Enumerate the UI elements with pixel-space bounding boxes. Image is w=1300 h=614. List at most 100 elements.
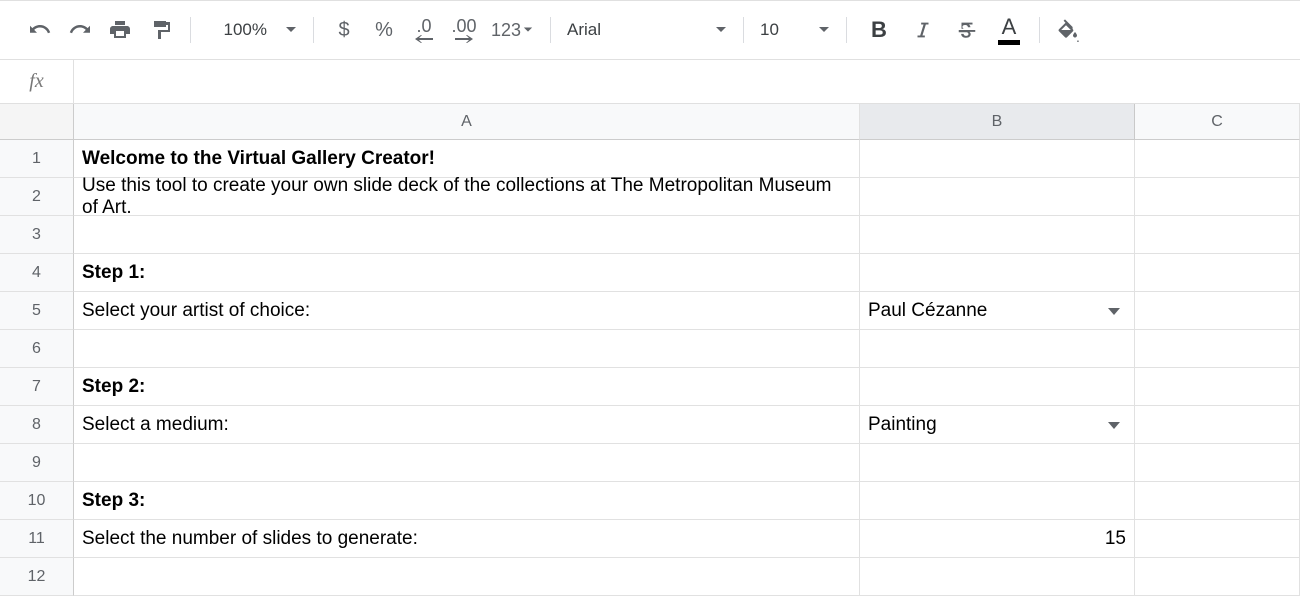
cell-B3[interactable] [860, 216, 1135, 254]
row-8: 8 Select a medium: Painting [0, 406, 1300, 444]
row-header[interactable]: 5 [0, 292, 74, 330]
arrow-left-icon [415, 35, 433, 43]
cell-B6[interactable] [860, 330, 1135, 368]
row-4: 4 Step 1: [0, 254, 1300, 292]
fx-label: fx [0, 60, 74, 103]
row-header[interactable]: 3 [0, 216, 74, 254]
strikethrough-button[interactable] [945, 10, 989, 50]
font-family-dropdown[interactable]: Arial [561, 10, 733, 50]
row-header[interactable]: 8 [0, 406, 74, 444]
increase-decimal-button[interactable]: .00 [444, 10, 484, 50]
redo-button[interactable] [60, 10, 100, 50]
separator [190, 17, 191, 43]
cell-A10[interactable]: Step 3: [74, 482, 860, 520]
cell-C5[interactable] [1135, 292, 1300, 330]
fill-color-button[interactable]: . [1050, 10, 1090, 50]
cell-B8-medium-dropdown[interactable]: Painting [860, 406, 1135, 444]
more-formats-label: 123 [491, 20, 521, 41]
chevron-down-icon [715, 24, 727, 36]
row-header[interactable]: 6 [0, 330, 74, 368]
dollar-icon: $ [338, 19, 349, 42]
cell-B7[interactable] [860, 368, 1135, 406]
increase-decimal-label: .00 [451, 17, 476, 35]
cell-A7[interactable]: Step 2: [74, 368, 860, 406]
cell-B5-artist-dropdown[interactable]: Paul Cézanne [860, 292, 1135, 330]
font-size-dropdown[interactable]: 10 [754, 10, 836, 50]
cell-A8[interactable]: Select a medium: [74, 406, 860, 444]
select-all-corner[interactable] [0, 104, 74, 140]
arrow-right-icon [455, 35, 473, 43]
cell-C12[interactable] [1135, 558, 1300, 596]
row-12: 12 [0, 558, 1300, 596]
italic-icon [912, 19, 934, 41]
row-2: 2 Use this tool to create your own slide… [0, 178, 1300, 216]
row-header[interactable]: 12 [0, 558, 74, 596]
zoom-dropdown[interactable]: 100% [201, 10, 303, 50]
column-header-B[interactable]: B [860, 104, 1135, 140]
toolbar: 100% $ % .0 .00 123 Arial 10 B [0, 0, 1300, 60]
cell-C2[interactable] [1135, 178, 1300, 216]
text-color-button[interactable]: A [989, 10, 1029, 50]
row-header[interactable]: 4 [0, 254, 74, 292]
row-header[interactable]: 9 [0, 444, 74, 482]
cell-A4[interactable]: Step 1: [74, 254, 860, 292]
cell-B10[interactable] [860, 482, 1135, 520]
format-percent-button[interactable]: % [364, 10, 404, 50]
paint-format-button[interactable] [140, 10, 180, 50]
chevron-down-icon [523, 25, 533, 35]
row-5: 5 Select your artist of choice: Paul Céz… [0, 292, 1300, 330]
print-button[interactable] [100, 10, 140, 50]
separator [743, 17, 744, 43]
row-header[interactable]: 7 [0, 368, 74, 406]
row-3: 3 [0, 216, 1300, 254]
cell-A5[interactable]: Select your artist of choice: [74, 292, 860, 330]
cell-C7[interactable] [1135, 368, 1300, 406]
separator [550, 17, 551, 43]
row-1: 1 Welcome to the Virtual Gallery Creator… [0, 140, 1300, 178]
undo-button[interactable] [20, 10, 60, 50]
formula-bar: fx [0, 60, 1300, 104]
undo-icon [28, 18, 52, 42]
bold-button[interactable]: B [857, 10, 901, 50]
row-header[interactable]: 10 [0, 482, 74, 520]
cell-A3[interactable] [74, 216, 860, 254]
format-currency-button[interactable]: $ [324, 10, 364, 50]
row-header[interactable]: 11 [0, 520, 74, 558]
cell-B2[interactable] [860, 178, 1135, 216]
formula-input[interactable] [74, 60, 1300, 103]
more-formats-dropdown[interactable]: 123 [484, 10, 540, 50]
cell-A2[interactable]: Use this tool to create your own slide d… [74, 178, 860, 216]
cell-C8[interactable] [1135, 406, 1300, 444]
cell-A12[interactable] [74, 558, 860, 596]
decrease-decimal-button[interactable]: .0 [404, 10, 444, 50]
separator [313, 17, 314, 43]
cell-C9[interactable] [1135, 444, 1300, 482]
cell-A11[interactable]: Select the number of slides to generate: [74, 520, 860, 558]
cell-C11[interactable] [1135, 520, 1300, 558]
cell-C10[interactable] [1135, 482, 1300, 520]
cell-B11-slide-count[interactable]: 15 [860, 520, 1135, 558]
text-color-bar [998, 40, 1020, 45]
cell-B12[interactable] [860, 558, 1135, 596]
chevron-down-icon [818, 24, 830, 36]
redo-icon [68, 18, 92, 42]
column-headers: A B C [0, 104, 1300, 140]
column-header-A[interactable]: A [74, 104, 860, 140]
font-family-value: Arial [567, 20, 697, 40]
row-header[interactable]: 2 [0, 178, 74, 216]
cell-B4[interactable] [860, 254, 1135, 292]
cell-A6[interactable] [74, 330, 860, 368]
cell-B9[interactable] [860, 444, 1135, 482]
italic-button[interactable] [901, 10, 945, 50]
column-header-C[interactable]: C [1135, 104, 1300, 140]
cell-C6[interactable] [1135, 330, 1300, 368]
cell-C4[interactable] [1135, 254, 1300, 292]
cell-A9[interactable] [74, 444, 860, 482]
row-9: 9 [0, 444, 1300, 482]
row-header[interactable]: 1 [0, 140, 74, 178]
cell-B1[interactable] [860, 140, 1135, 178]
cell-C1[interactable] [1135, 140, 1300, 178]
cell-C3[interactable] [1135, 216, 1300, 254]
cell-A1[interactable]: Welcome to the Virtual Gallery Creator! [74, 140, 860, 178]
bold-icon: B [871, 17, 887, 43]
